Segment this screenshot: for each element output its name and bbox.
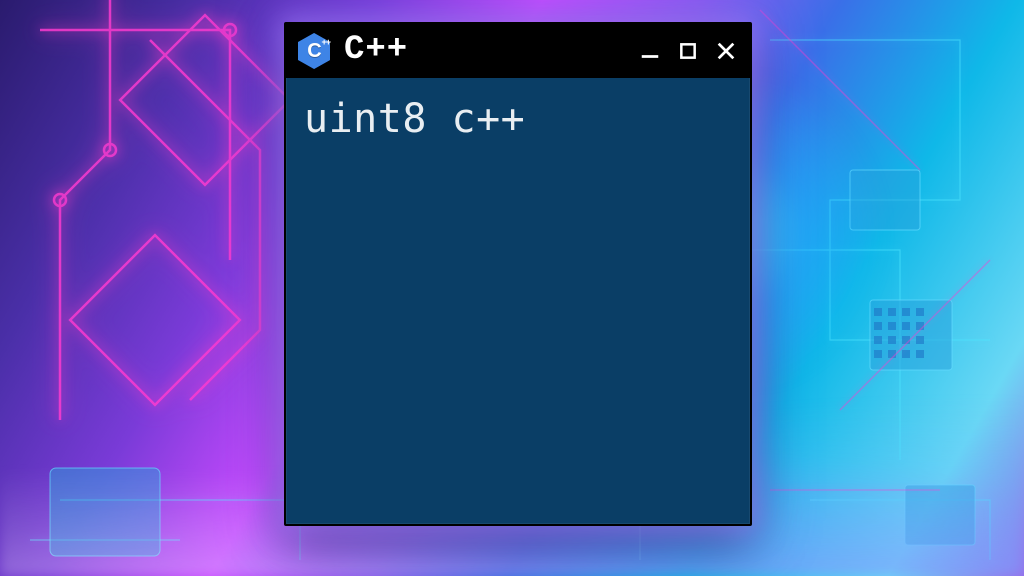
close-button[interactable] [712, 37, 740, 65]
terminal-content[interactable]: uint8 c++ [286, 78, 750, 524]
titlebar[interactable]: C ++ C++ [286, 24, 750, 78]
window-title: C++ [344, 33, 408, 67]
maximize-button[interactable] [674, 37, 702, 65]
minimize-button[interactable] [636, 37, 664, 65]
cpp-logo-icon: C ++ [294, 31, 334, 71]
terminal-line: uint8 c++ [304, 94, 732, 144]
terminal-window: C ++ C++ uint8 c++ [284, 22, 752, 526]
window-controls [636, 37, 740, 65]
